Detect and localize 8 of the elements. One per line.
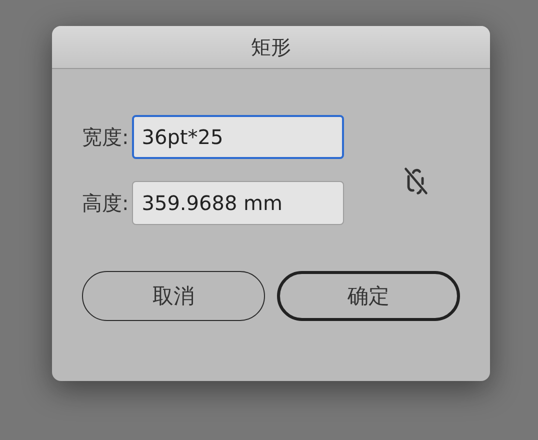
field-label: 高度: — [82, 190, 129, 216]
broken-link-icon[interactable] — [402, 165, 430, 197]
cancel-button[interactable]: 取消 — [82, 271, 265, 321]
window-title: 矩形 — [251, 34, 291, 60]
input-field[interactable]: 359.9688 mm — [132, 181, 344, 225]
input-field[interactable]: 36pt*25 — [132, 115, 344, 159]
ok-button[interactable]: 确定 — [276, 271, 460, 321]
field-label: 宽度: — [82, 124, 129, 150]
